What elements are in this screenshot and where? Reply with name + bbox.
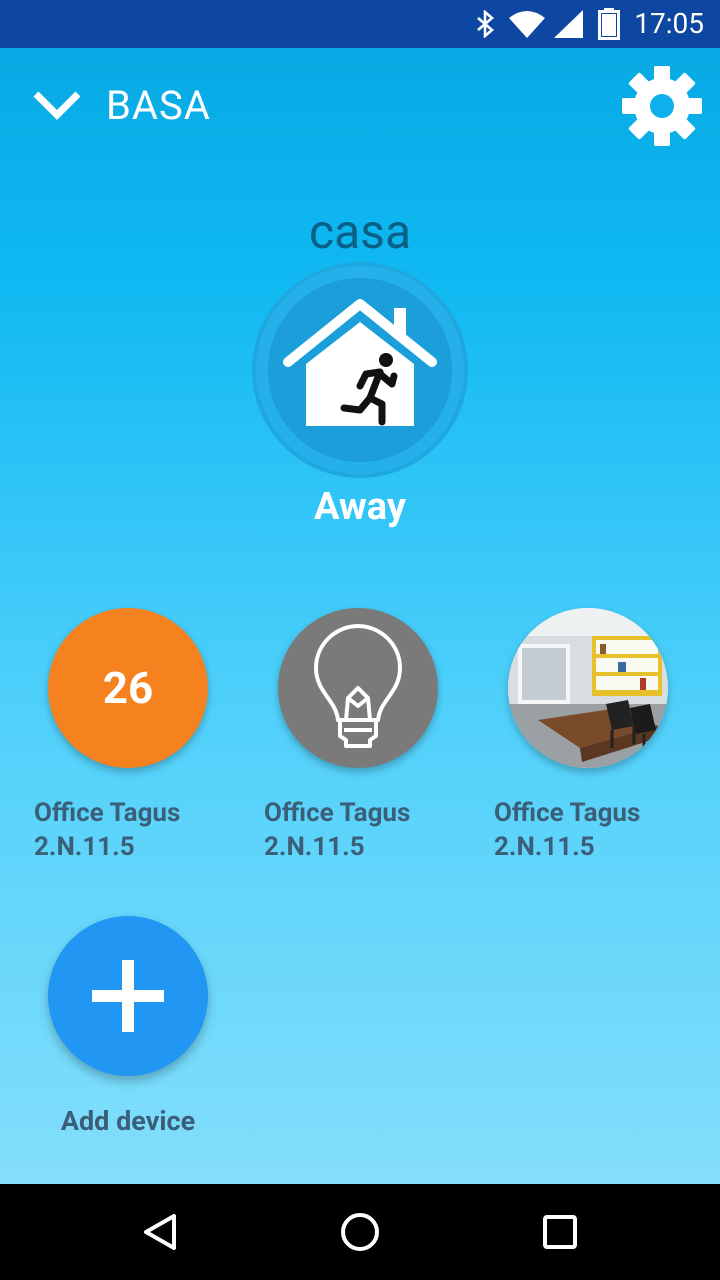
bluetooth-icon	[477, 10, 494, 38]
status-bar: 17:05	[0, 0, 720, 48]
temperature-value: 26	[102, 662, 154, 714]
light-circle[interactable]	[278, 608, 438, 768]
header: BASA	[0, 48, 720, 168]
home-icon[interactable]	[338, 1210, 382, 1254]
device-label: Office Tagus 2.N.11.5	[34, 796, 254, 864]
navigation-bar	[0, 1184, 720, 1280]
temperature-circle[interactable]: 26	[48, 608, 208, 768]
device-label: Office Tagus 2.N.11.5	[494, 796, 714, 864]
battery-icon	[598, 8, 620, 40]
mode-label: Away	[313, 485, 406, 529]
add-device-button[interactable]	[48, 916, 208, 1076]
device-label: Office Tagus 2.N.11.5	[264, 796, 484, 864]
office-photo[interactable]	[508, 608, 668, 768]
settings-gear-icon[interactable]	[620, 64, 704, 148]
device-label-line1: Office Tagus	[34, 798, 181, 828]
office-photo-image	[508, 608, 668, 768]
add-device-label: Add device	[60, 1105, 196, 1137]
away-house-icon	[283, 299, 437, 426]
lightbulb-icon	[314, 624, 402, 748]
home-selector[interactable]: BASA	[106, 82, 211, 130]
status-time: 17:05	[634, 7, 704, 40]
recents-icon[interactable]	[538, 1210, 582, 1254]
wifi-icon	[509, 11, 545, 38]
device-label-line1: Office Tagus	[494, 798, 641, 828]
place-name: casa	[308, 203, 412, 260]
plus-icon	[92, 960, 164, 1032]
device-label-line2: 2.N.11.5	[494, 832, 595, 862]
back-icon[interactable]	[140, 1210, 184, 1254]
device-label-line2: 2.N.11.5	[264, 832, 365, 862]
cell-signal-icon	[554, 10, 583, 38]
chevron-down-icon[interactable]	[32, 88, 82, 124]
device-label-line1: Office Tagus	[264, 798, 411, 828]
device-label-line2: 2.N.11.5	[34, 832, 135, 862]
